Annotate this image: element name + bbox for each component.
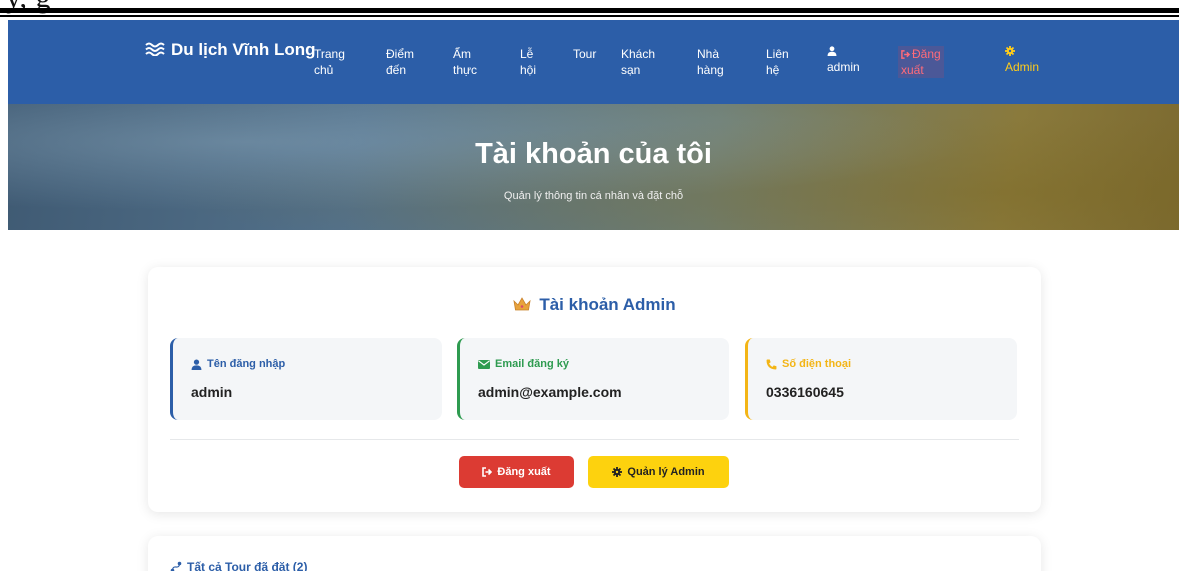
nav-logout[interactable]: Đăng xuất <box>898 46 944 78</box>
phone-label: Số điện thoại <box>766 358 851 370</box>
nav-destinations-line2: đến <box>386 63 407 77</box>
cog-icon <box>1005 46 1015 56</box>
email-value: admin@example.com <box>478 384 622 400</box>
tours-card: Tất cả Tour đã đặt (2) <box>148 536 1041 571</box>
nav-contact-line1: Liên <box>766 47 789 61</box>
email-box: Email đăng ký admin@example.com <box>457 338 729 420</box>
nav-logout-line1: Đăng <box>901 46 941 62</box>
nav-user-account[interactable]: admin <box>827 46 860 75</box>
brand-name: Du lịch Vĩnh Long <box>171 40 316 59</box>
nav-festivals[interactable]: Lễ hội <box>520 46 536 78</box>
nav-tour-line1: Tour <box>573 47 597 61</box>
water-icon <box>145 42 165 56</box>
page-title: Tài khoản của tôi <box>475 138 712 170</box>
nav-festivals-line1: Lễ <box>520 47 534 61</box>
logout-button[interactable]: Đăng xuất <box>459 456 574 488</box>
sign-out-icon <box>482 467 493 477</box>
brand[interactable]: Du lịch Vĩnh Long <box>145 38 316 62</box>
nav-hotels-line1: Khách <box>621 47 656 61</box>
document-rule-thick <box>0 8 1179 13</box>
nav-hotels-line2: sạn <box>621 63 641 77</box>
nav-admin[interactable]: Admin <box>1005 46 1039 75</box>
envelope-icon <box>478 359 490 369</box>
nav-hotels[interactable]: Khách sạn <box>621 46 655 78</box>
document-rule-thin <box>0 15 1179 17</box>
account-card: Tài khoản Admin Tên đăng nhập admin Emai… <box>148 267 1041 512</box>
nav-home-line2: chủ <box>314 63 334 77</box>
username-label: Tên đăng nhập <box>191 358 285 370</box>
username-label-text: Tên đăng nhập <box>207 358 286 370</box>
nav-admin-label: Admin <box>1005 60 1040 74</box>
admin-manage-button-label: Quản lý Admin <box>627 466 705 478</box>
hero-banner: Tài khoản của tôi Quản lý thông tin cá n… <box>8 104 1179 230</box>
account-card-title-text: Tài khoản Admin <box>539 295 676 314</box>
account-card-title: Tài khoản Admin <box>148 295 1041 315</box>
nav-contact-line2: hệ <box>766 63 780 77</box>
nav-festivals-line2: hội <box>520 63 537 77</box>
sign-out-icon <box>901 50 911 59</box>
phone-icon <box>766 359 777 369</box>
route-icon <box>170 561 182 571</box>
phone-label-text: Số điện thoại <box>782 358 852 370</box>
nav-contact[interactable]: Liên hệ <box>766 46 789 78</box>
page-subtitle: Quản lý thông tin cá nhân và đặt chỗ <box>503 190 684 202</box>
tours-card-title: Tất cả Tour đã đặt (2) <box>170 560 307 571</box>
admin-manage-button[interactable]: Quản lý Admin <box>588 456 729 488</box>
tours-card-title-text: Tất cả Tour đã đặt (2) <box>187 560 308 571</box>
nav-user-name: admin <box>827 60 860 74</box>
phone-value: 0336160645 <box>766 384 844 400</box>
document-header: y, g <box>0 0 1179 20</box>
nav-restaurants-line2: hàng <box>697 63 724 77</box>
nav-cuisine-line2: thực <box>453 63 478 77</box>
email-label: Email đăng ký <box>478 358 569 370</box>
nav-home-line1: Trang <box>314 47 345 61</box>
nav-home[interactable]: Trang chủ <box>314 46 345 78</box>
phone-box: Số điện thoại 0336160645 <box>745 338 1017 420</box>
cog-icon <box>612 467 623 477</box>
card-divider <box>170 439 1019 440</box>
nav-cuisine[interactable]: Ẩm thực <box>453 46 477 78</box>
username-value: admin <box>191 384 233 400</box>
navbar: Du lịch Vĩnh Long Trang chủ Điểm đến Ẩm … <box>8 20 1179 104</box>
crown-icon <box>513 297 531 311</box>
username-box: Tên đăng nhập admin <box>170 338 442 420</box>
logout-button-label: Đăng xuất <box>497 466 551 478</box>
nav-cuisine-line1: Ẩm <box>453 47 471 61</box>
user-icon <box>191 358 202 370</box>
nav-logout-line2: xuất <box>901 63 924 77</box>
nav-restaurants[interactable]: Nhà hàng <box>697 46 724 78</box>
nav-tour[interactable]: Tour <box>573 46 596 62</box>
nav-destinations-line1: Điểm <box>386 47 415 61</box>
nav-logout-label: Đăng <box>912 47 941 61</box>
email-label-text: Email đăng ký <box>495 358 569 370</box>
nav-restaurants-line1: Nhà <box>697 47 720 61</box>
nav-destinations[interactable]: Điểm đến <box>386 46 414 78</box>
user-icon <box>827 46 837 56</box>
